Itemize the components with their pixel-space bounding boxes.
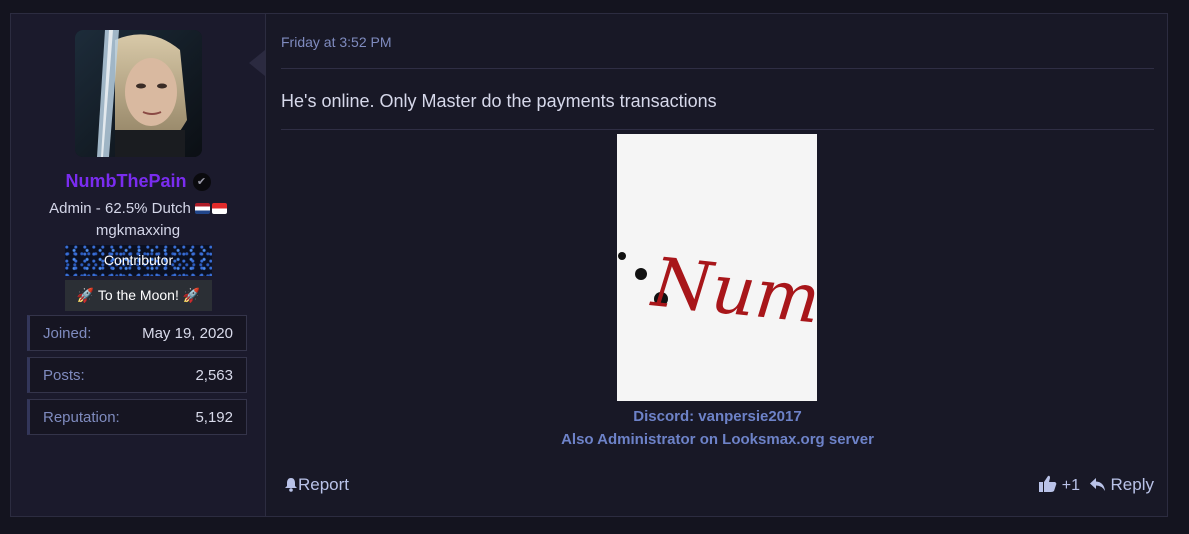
report-button[interactable]: Report xyxy=(284,475,349,495)
contributor-banner: Contributor xyxy=(65,245,212,276)
reply-button[interactable]: Reply xyxy=(1089,475,1154,495)
banner-label: To the Moon! xyxy=(97,287,179,303)
message-content: Friday at 3:52 PM He's online. Only Mast… xyxy=(281,14,1154,516)
stat-value: May 19, 2020 xyxy=(142,325,233,342)
user-panel-arrow xyxy=(249,50,265,76)
post-text: He's online. Only Master do the payments… xyxy=(281,91,717,111)
post-date-link[interactable]: Friday at 3:52 PM xyxy=(281,34,392,50)
stat-joined: Joined: May 19, 2020 xyxy=(27,315,247,351)
stat-label: Joined: xyxy=(43,325,92,342)
message-post: NumbThePain ✔ Admin - 62.5% Dutch mgkmaxx… xyxy=(10,13,1168,517)
divider xyxy=(281,68,1154,69)
rocket-icon: 🚀 xyxy=(76,287,95,303)
like-button[interactable]: +1 xyxy=(1039,475,1080,495)
thumbs-up-icon xyxy=(1039,475,1057,492)
stat-label: Posts: xyxy=(43,367,85,384)
like-count: +1 xyxy=(1061,477,1080,494)
user-title-row: Admin - 62.5% Dutch xyxy=(11,200,265,217)
flag-nl-icon xyxy=(194,203,210,214)
rocket-icon: 🚀 xyxy=(182,287,201,303)
stat-value: 5,192 xyxy=(195,409,233,426)
signature-image: Numb xyxy=(617,134,867,401)
username-link[interactable]: NumbThePain xyxy=(65,171,186,191)
report-label: Report xyxy=(298,475,350,494)
to-the-moon-banner: 🚀 To the Moon! 🚀 xyxy=(65,280,212,311)
flag-id-icon xyxy=(211,203,227,214)
reply-icon xyxy=(1089,478,1105,491)
stat-reputation: Reputation: 5,192 xyxy=(27,399,247,435)
user-title: Admin - 62.5% Dutch xyxy=(49,200,191,217)
signature-line-2: Also Administrator on Looksmax.org serve… xyxy=(561,431,874,448)
avatar[interactable] xyxy=(75,30,202,157)
verified-icon: ✔ xyxy=(192,173,211,191)
signature-line-1: Discord: vanpersie2017 xyxy=(633,408,802,425)
stat-value: 2,563 xyxy=(195,367,233,384)
divider xyxy=(281,129,1154,130)
signature-scrawl: Numb xyxy=(647,243,817,344)
reply-label: Reply xyxy=(1110,475,1154,494)
bell-icon xyxy=(285,478,297,492)
custom-title: mgkmaxxing xyxy=(95,222,181,239)
username-row: NumbThePain ✔ xyxy=(11,171,265,192)
stat-posts: Posts: 2,563 xyxy=(27,357,247,393)
stat-label: Reputation: xyxy=(43,409,120,426)
user-info-panel: NumbThePain ✔ Admin - 62.5% Dutch mgkmaxx… xyxy=(11,14,266,516)
